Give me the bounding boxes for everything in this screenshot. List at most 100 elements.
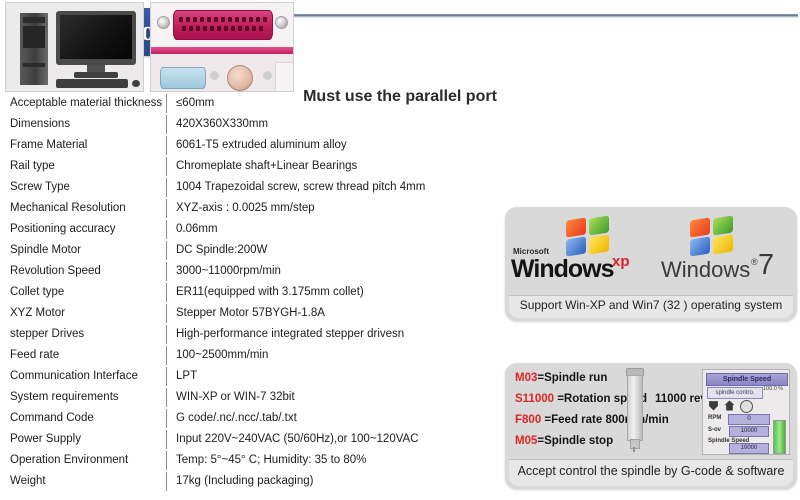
spec-value: WIN-XP or WIN-7 32bit bbox=[176, 391, 295, 403]
rpm-value-field[interactable]: 0 bbox=[728, 414, 770, 425]
pc-tower-vent-icon bbox=[23, 63, 45, 67]
spec-column-divider bbox=[166, 388, 167, 407]
spec-value: High-performance integrated stepper driv… bbox=[176, 328, 405, 340]
spec-value: 3000~11000rpm/min bbox=[176, 265, 281, 277]
spec-column-divider bbox=[166, 409, 167, 428]
gcode-description: =Feed rate 800mm/min bbox=[544, 414, 669, 426]
flag-pane-green bbox=[713, 215, 733, 236]
gcode-description: =Spindle stop bbox=[537, 435, 614, 447]
spec-column-divider bbox=[166, 283, 167, 302]
spec-label: Frame Material bbox=[10, 139, 88, 151]
spec-label: Collet type bbox=[10, 286, 65, 298]
flag-pane-green bbox=[589, 215, 609, 236]
spindle-speed-bar bbox=[773, 420, 786, 454]
port-pin-icon bbox=[252, 26, 256, 31]
pc-tower-icon bbox=[20, 13, 48, 85]
port-screw-right-icon bbox=[275, 16, 288, 29]
spec-row: Collet type ER11(equipped with 3.175mm co… bbox=[10, 282, 480, 303]
specifications-table: Max. working strokeXYZ=200×250×45mmAccep… bbox=[10, 72, 480, 492]
spec-value: DC Spindle:200W bbox=[176, 244, 268, 256]
os-panel-caption: Support Win-XP and Win7 (32 ) operating … bbox=[519, 298, 783, 312]
widget-percent-readout: 100.0 % bbox=[763, 386, 784, 392]
gcode-code: F800 bbox=[515, 414, 542, 426]
spindle-speed-value-field[interactable]: 10000 bbox=[729, 443, 769, 454]
spindle-speed-software-widget[interactable]: Spindle Speed spindle contro. 100.0 % RP… bbox=[702, 369, 790, 455]
gcode-code: M03 bbox=[515, 372, 538, 384]
vga-port-icon bbox=[160, 67, 206, 89]
spec-label: Power Supply bbox=[10, 433, 81, 445]
spec-value: G code/.nc/.ncc/.tab/.txt bbox=[176, 412, 297, 424]
spec-row: Screw Type 1004 Trapezoidal screw, screw … bbox=[10, 177, 480, 198]
port-pin-row-bottom bbox=[179, 26, 267, 31]
gcode-line: M03=Spindle run bbox=[515, 370, 607, 386]
port-pin-icon bbox=[196, 26, 200, 31]
spec-label: Weight bbox=[10, 475, 46, 487]
windows-flag-icon bbox=[565, 215, 611, 257]
spec-row: Rail type Chromeplate shaft+Linear Bearin… bbox=[10, 156, 480, 177]
gcode-code: M05 bbox=[515, 435, 538, 447]
spec-column-divider bbox=[166, 220, 167, 239]
port-pin-icon bbox=[249, 17, 253, 22]
windows-flag-icon bbox=[689, 215, 735, 257]
port-pin-row-top bbox=[179, 17, 267, 22]
spec-label: Screw Type bbox=[10, 181, 70, 193]
port-lower-section bbox=[151, 54, 293, 91]
monitor-stand-base-icon bbox=[74, 72, 118, 78]
spec-row: XYZ Motor Stepper Motor 57BYGH-1.8A bbox=[10, 303, 480, 324]
spec-label: Feed rate bbox=[10, 349, 60, 361]
spec-row: stepper Drives High-performance integrate… bbox=[10, 324, 480, 345]
spec-label: System requirements bbox=[10, 391, 119, 403]
xp-suffix: xp bbox=[612, 253, 630, 270]
gcode-line: F800 =Feed rate 800mm/min bbox=[515, 412, 669, 428]
spec-column-divider bbox=[166, 136, 167, 155]
port-pin-icon bbox=[217, 26, 221, 31]
spindle-control-button[interactable]: spindle contro. bbox=[707, 387, 763, 399]
spec-column-divider bbox=[166, 325, 167, 344]
spindle-body-icon bbox=[627, 375, 643, 441]
port-pin-icon bbox=[224, 26, 228, 31]
port-pin-icon bbox=[214, 17, 218, 22]
port-pin-icon bbox=[182, 26, 186, 31]
pc-tower-drive-bay-icon bbox=[23, 17, 45, 23]
gcode-control-panel: M03=Spindle run S11000 =Rotation speed 11… bbox=[505, 363, 797, 489]
spec-column-divider bbox=[166, 346, 167, 365]
port-pin-icon bbox=[245, 26, 249, 31]
down-arrow-icon[interactable] bbox=[709, 401, 718, 411]
spec-row: Weight 17kg (Including packaging) bbox=[10, 471, 480, 492]
spec-column-divider bbox=[166, 178, 167, 197]
reset-dial-icon[interactable] bbox=[740, 400, 753, 413]
spec-label: Dimensions bbox=[10, 118, 71, 130]
spec-label: Rail type bbox=[10, 160, 55, 172]
port-pin-icon bbox=[238, 26, 242, 31]
keyboard-icon bbox=[56, 79, 128, 88]
port-pin-icon bbox=[221, 17, 225, 22]
gcode-description: =Spindle run bbox=[537, 372, 608, 384]
spindle-nose-icon bbox=[630, 439, 640, 449]
port-pin-icon bbox=[231, 26, 235, 31]
spec-column-divider bbox=[166, 367, 167, 386]
spec-row: Power Supply Input 220V~240VAC (50/60Hz),… bbox=[10, 429, 480, 450]
spec-row: Operation Environment Temp: 5°~45° C; Hum… bbox=[10, 450, 480, 471]
gcode-code: S11000 bbox=[515, 393, 555, 405]
spec-label: Revolution Speed bbox=[10, 265, 101, 277]
spindle-speed-bar-fill bbox=[774, 421, 785, 453]
spec-value: Temp: 5°~45° C; Humidity: 35 to 80% bbox=[176, 454, 367, 466]
monitor-screen-icon bbox=[60, 15, 132, 59]
windows-version-number: 7 bbox=[758, 249, 775, 281]
spec-value: 0.06mm bbox=[176, 223, 218, 235]
s-ov-value-field[interactable]: 10000 bbox=[729, 426, 769, 437]
home-icon[interactable] bbox=[724, 400, 735, 411]
spec-label: stepper Drives bbox=[10, 328, 85, 340]
port-small-connector-1-icon bbox=[210, 71, 219, 80]
gcode-panel-caption: Accept control the spindle by G-code & s… bbox=[517, 464, 785, 478]
spec-row: Dimensions 420X360X330mm bbox=[10, 114, 480, 135]
windows-7-logo: Windows ® 7 bbox=[653, 215, 789, 287]
spec-row: Revolution Speed 3000~11000rpm/min bbox=[10, 261, 480, 282]
spec-row: Positioning accuracy 0.06mm bbox=[10, 219, 480, 240]
spec-label: Operation Environment bbox=[10, 454, 129, 466]
parallel-port-image bbox=[150, 2, 294, 92]
spec-value: 100~2500mm/min bbox=[176, 349, 269, 361]
spec-label: Spindle Motor bbox=[10, 244, 81, 256]
port-pin-icon bbox=[179, 17, 183, 22]
port-small-connector-2-icon bbox=[263, 71, 272, 80]
